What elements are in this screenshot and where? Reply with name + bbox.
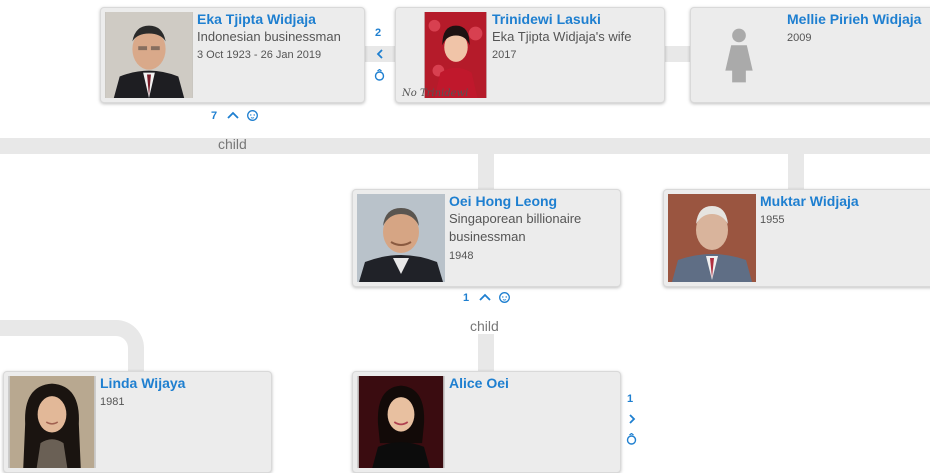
person-photo [668, 194, 756, 282]
person-dates: 3 Oct 1923 - 26 Jan 2019 [197, 49, 322, 61]
person-card-trinidewi-lasuki[interactable]: No Trinidewi Trinidewi Lasuki Eka Tjipta… [395, 7, 665, 103]
female-silhouette-icon [725, 28, 753, 83]
portrait-man-icon [668, 194, 756, 282]
chevron-up-icon[interactable] [479, 292, 491, 302]
baby-face-icon[interactable] [498, 291, 511, 303]
chevron-up-icon[interactable] [227, 110, 239, 120]
person-photo [357, 376, 445, 468]
photo-caption: No Trinidewi [402, 88, 469, 99]
portrait-man-icon [357, 194, 445, 282]
person-dates: 2009 [787, 32, 812, 44]
children-count[interactable]: 1 [463, 292, 469, 304]
person-description: Singaporean billionaire businessman [449, 211, 582, 244]
person-dates: 1948 [449, 250, 474, 262]
portrait-woman-icon [9, 376, 95, 468]
person-card-oei-hong-leong[interactable]: Oei Hong Leong Singaporean billionaire b… [352, 189, 621, 287]
person-dates: 2017 [492, 49, 517, 61]
person-photo [424, 12, 487, 98]
person-dates: 1955 [760, 214, 785, 226]
relation-label-child: child [218, 136, 247, 152]
ring-icon[interactable] [626, 433, 637, 445]
person-name-link[interactable]: Linda Wijaya [100, 375, 185, 391]
person-name-link[interactable]: Oei Hong Leong [449, 193, 557, 209]
person-name-link[interactable]: Alice Oei [449, 375, 509, 391]
baby-face-icon[interactable] [246, 109, 259, 121]
connector-drop-muktar [788, 138, 804, 194]
person-photo [8, 376, 96, 468]
connector-spouse-line-2 [660, 46, 694, 62]
portrait-woman-icon [424, 12, 487, 98]
connector-drop-oei [478, 138, 494, 194]
ring-icon[interactable] [374, 69, 385, 81]
photo-placeholder [695, 12, 783, 98]
person-name-link[interactable]: Mellie Pirieh Widjaja [787, 11, 921, 27]
relation-label-child: child [470, 318, 499, 334]
children-count[interactable]: 7 [211, 110, 217, 122]
person-photo [105, 12, 193, 98]
person-name-link[interactable]: Eka Tjipta Widjaja [197, 11, 316, 27]
person-card-eka-tjipta-widjaja[interactable]: Eka Tjipta Widjaja Indonesian businessma… [100, 7, 365, 103]
spouse-count[interactable]: 1 [627, 393, 633, 405]
portrait-woman-icon [358, 376, 444, 468]
person-description: Indonesian businessman [197, 29, 341, 44]
person-card-alice-oei[interactable]: Alice Oei [352, 371, 621, 473]
person-card-linda-wijaya[interactable]: Linda Wijaya 1981 [3, 371, 272, 473]
person-card-mellie-pirieh-widjaja[interactable]: Mellie Pirieh Widjaja 2009 [690, 7, 930, 103]
person-name-link[interactable]: Trinidewi Lasuki [492, 11, 601, 27]
person-dates: 1981 [100, 396, 125, 408]
chevron-left-icon[interactable] [375, 49, 385, 59]
person-name-link[interactable]: Muktar Widjaja [760, 193, 859, 209]
chevron-right-icon[interactable] [627, 414, 637, 424]
spouse-count[interactable]: 2 [375, 27, 381, 39]
portrait-man-icon [106, 12, 192, 98]
person-photo [357, 194, 445, 282]
person-card-muktar-widjaja[interactable]: Muktar Widjaja 1955 [663, 189, 930, 287]
person-description: Eka Tjipta Widjaja's wife [492, 29, 632, 44]
